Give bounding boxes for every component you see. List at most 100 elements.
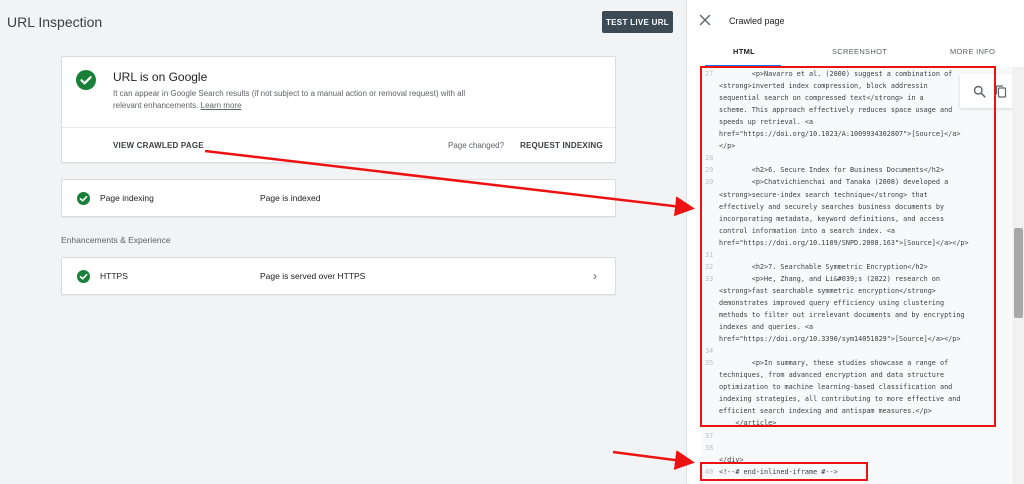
line-number: 34 <box>705 347 714 356</box>
code-line: 40 <!--# end-inlined-iframe #--> <box>701 466 1011 478</box>
line-number: 38 <box>705 443 714 452</box>
code-line: href="https://doi.org/10.3390/sym1405102… <box>701 333 1011 345</box>
page-indexing-label: Page indexing <box>100 193 154 203</box>
check-circle-icon <box>77 270 90 283</box>
code-line: speeds up retrieval. <a <box>701 116 1011 128</box>
line-number: 37 <box>705 431 714 440</box>
code-text: </div> <box>719 455 744 464</box>
code-line: 35 <p>In summary, these studies showcase… <box>701 357 1011 369</box>
code-text: <strong>secure-index search technique</s… <box>719 190 928 199</box>
line-number: 30 <box>705 178 714 187</box>
code-line: methods to filter out irrelevant documen… <box>701 309 1011 321</box>
code-line: control information into a search index.… <box>701 225 1011 237</box>
code-line: indexing strategies, all contributing to… <box>701 393 1011 405</box>
tab-more-info[interactable]: MORE INFO <box>950 47 995 56</box>
tab-html[interactable]: HTML <box>733 47 755 56</box>
crawled-page-panel: Crawled page HTML SCREENSHOT MORE INFO 2… <box>686 0 1024 484</box>
enhancements-heading: Enhancements & Experience <box>61 235 171 245</box>
code-text: sequential search on compressed text</st… <box>719 94 924 103</box>
code-line: 31 <box>701 249 1011 261</box>
code-line: href="https://doi.org/10.1109/SNPD.2008.… <box>701 237 1011 249</box>
code-line: indexes and queries. <a <box>701 321 1011 333</box>
code-line: <strong>secure-index search technique</s… <box>701 189 1011 201</box>
https-label: HTTPS <box>100 271 128 281</box>
url-inspection-main: URL Inspection TEST LIVE URL URL is on G… <box>0 0 686 484</box>
code-text: incorporating metadata, keyword definiti… <box>719 214 945 223</box>
page-indexing-status: Page is indexed <box>260 193 321 203</box>
line-number: 27 <box>705 70 714 78</box>
check-circle-icon <box>77 192 90 205</box>
code-text: indexing strategies, all contributing to… <box>719 395 961 404</box>
code-text: demonstrates improved query efficiency u… <box>719 298 945 307</box>
code-text: href="https://doi.org/10.1109/SNPD.2008.… <box>719 238 969 247</box>
line-number: 35 <box>705 359 714 368</box>
code-line: efficient search indexing and antispam m… <box>701 405 1011 417</box>
code-line: optimization to machine learning-based c… <box>701 381 1011 393</box>
code-text: href="https://doi.org/10.3390/sym1405102… <box>719 335 961 344</box>
code-text: <h2>6. Secure Index for Business Documen… <box>719 166 945 175</box>
check-circle-icon <box>76 70 96 90</box>
code-text: effectively and securely searches busine… <box>719 202 945 211</box>
chevron-right-icon[interactable]: › <box>593 269 597 283</box>
test-live-url-button[interactable]: TEST LIVE URL <box>602 11 673 33</box>
code-text: <p>Navarro et al. (2000) suggest a combi… <box>719 70 953 78</box>
page-title: URL Inspection <box>7 14 103 30</box>
code-text: indexes and queries. <a <box>719 323 814 332</box>
panel-title: Crawled page <box>729 16 785 26</box>
tab-screenshot[interactable]: SCREENSHOT <box>832 47 887 56</box>
search-icon[interactable] <box>973 85 986 98</box>
https-row[interactable]: HTTPS Page is served over HTTPS › <box>61 257 616 295</box>
code-text: </article> <box>719 419 777 428</box>
status-description-text: It can appear in Google Search results (… <box>113 89 466 110</box>
learn-more-link[interactable]: Learn more <box>201 101 242 110</box>
code-line: 37 <box>701 430 1011 442</box>
code-text: <!--# end-inlined-iframe #--> <box>719 467 838 476</box>
code-text: <h2>7. Searchable Symmetric Encryption</… <box>719 262 928 271</box>
code-line: effectively and securely searches busine… <box>701 201 1011 213</box>
status-title: URL is on Google <box>113 70 208 84</box>
code-text: <p>Chatvichienchai and Tanaka (2008) dev… <box>719 178 949 187</box>
code-line: 32 <h2>7. Searchable Symmetric Encryptio… <box>701 261 1011 273</box>
code-line: <strong>fast searchable symmetric encryp… <box>701 285 1011 297</box>
code-text: control information into a search index.… <box>719 226 895 235</box>
code-line: 33 <p>He, Zhang, and Li&#039;s (2022) re… <box>701 273 1011 285</box>
html-code-viewer[interactable]: 27 <p>Navarro et al. (2000) suggest a co… <box>701 67 1011 484</box>
code-line: href="https://doi.org/10.1023/A:10099343… <box>701 128 1011 140</box>
code-line: techniques, from advanced encryption and… <box>701 369 1011 381</box>
card-divider <box>62 127 615 128</box>
code-toolbar <box>960 74 1020 108</box>
https-status: Page is served over HTTPS <box>260 271 366 281</box>
code-text: efficient search indexing and antispam m… <box>719 407 932 416</box>
line-number: 32 <box>705 262 714 271</box>
code-text: <strong>fast searchable symmetric encryp… <box>719 286 936 295</box>
code-text: <p>He, Zhang, and Li&#039;s (2022) resea… <box>719 274 940 283</box>
line-number: 40 <box>705 467 714 476</box>
code-text: <p>In summary, these studies showcase a … <box>719 359 949 368</box>
status-description: It can appear in Google Search results (… <box>113 88 468 112</box>
code-line: incorporating metadata, keyword definiti… <box>701 213 1011 225</box>
page-indexing-row[interactable]: Page indexing Page is indexed <box>61 179 616 217</box>
view-crawled-page-button[interactable]: VIEW CRAWLED PAGE <box>113 141 204 150</box>
line-number: 29 <box>705 166 714 175</box>
url-status-card: URL is on Google It can appear in Google… <box>61 56 616 163</box>
line-number: 33 <box>705 274 714 283</box>
code-text: <strong>inverted index compression, bloc… <box>719 82 928 91</box>
code-text: </p> <box>719 142 736 151</box>
copy-icon[interactable] <box>995 85 1007 98</box>
code-text: scheme. This approach effectively reduce… <box>719 106 953 115</box>
page-changed-label: Page changed? <box>448 141 505 150</box>
request-indexing-button[interactable]: REQUEST INDEXING <box>520 141 603 150</box>
code-line: 30 <p>Chatvichienchai and Tanaka (2008) … <box>701 176 1011 188</box>
scrollbar-thumb[interactable] <box>1014 228 1023 318</box>
code-text: methods to filter out irrelevant documen… <box>719 311 965 319</box>
code-line: </p> <box>701 140 1011 152</box>
code-line: </div> <box>701 454 1011 466</box>
code-line: demonstrates improved query efficiency u… <box>701 297 1011 309</box>
code-line: 38 <box>701 442 1011 454</box>
code-text: href="https://doi.org/10.1023/A:10099343… <box>719 130 961 139</box>
line-number: 28 <box>705 154 714 163</box>
code-line: 34 <box>701 345 1011 357</box>
code-line: 29 <h2>6. Secure Index for Business Docu… <box>701 164 1011 176</box>
code-text: techniques, from advanced encryption and… <box>719 371 945 380</box>
close-icon[interactable] <box>699 14 711 26</box>
